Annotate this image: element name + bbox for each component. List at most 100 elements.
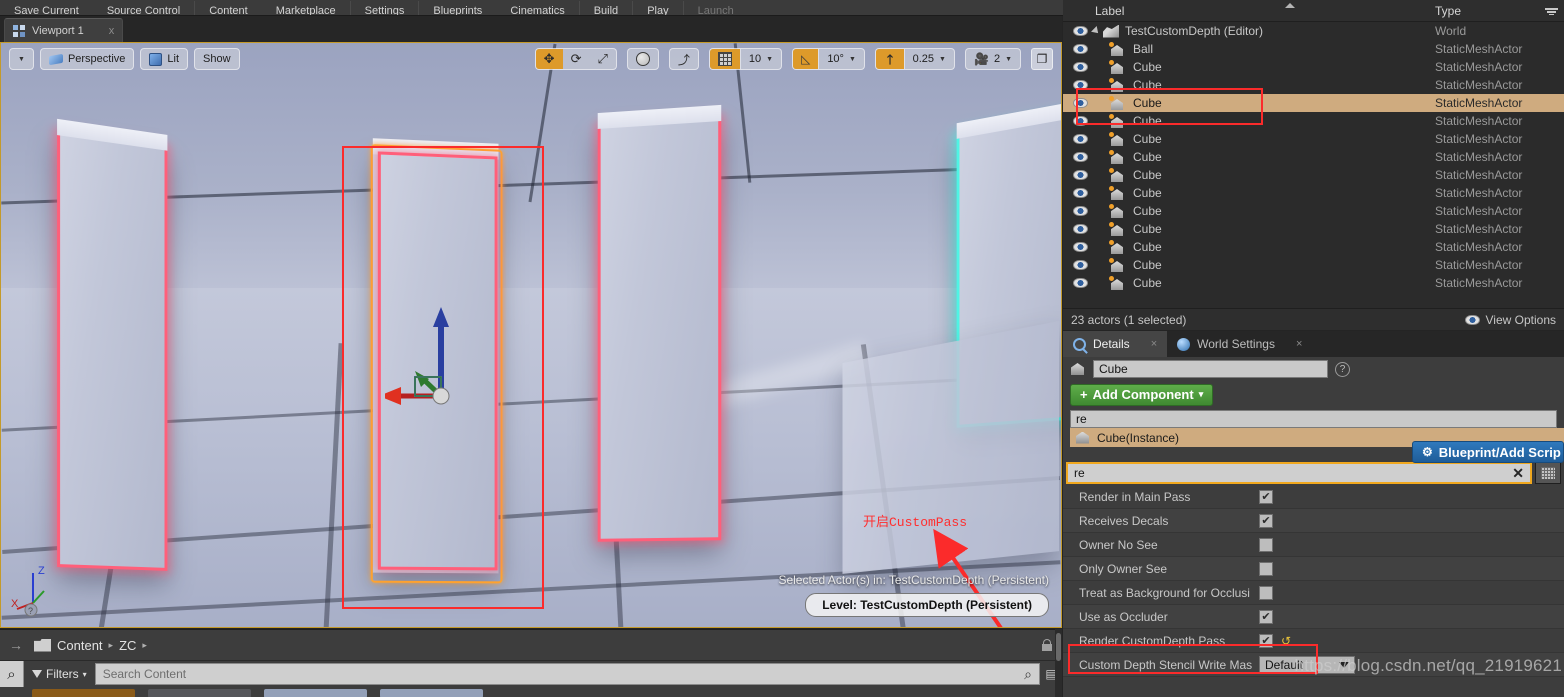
viewport-menu-group[interactable]: ▼ [9,48,34,70]
rotation-snap-toggle[interactable]: ◺ [793,49,819,69]
breadcrumb-content[interactable]: Content [57,638,103,653]
camera-speed-group[interactable]: 🎥 2 ▼ [964,48,1021,70]
rotation-snap-group[interactable]: ◺ 10° ▼ [792,48,865,70]
tab-world-settings[interactable]: World Settings × [1167,331,1312,357]
level-viewport[interactable]: 开启CustomPass Selected Actor(s) in: TestC… [0,42,1062,628]
column-header-label[interactable]: Label [1095,4,1124,18]
search-icon[interactable]: ⌕ [0,661,24,687]
blueprint-add-script-button[interactable]: ⚙ Blueprint/Add Scrip [1412,441,1564,463]
asset-thumbnail[interactable] [380,689,483,697]
clear-icon[interactable]: ✕ [1512,465,1524,482]
filters-button[interactable]: Filters ▾ [24,663,95,685]
asset-thumbnail-row[interactable] [0,687,1062,697]
surface-snap-button[interactable]: ⤴ [670,49,698,69]
outliner-row[interactable]: Cube StaticMeshActor [1063,184,1564,202]
property-row[interactable]: Render in Main Pass ✔ [1063,485,1564,509]
outliner-row[interactable]: Cube StaticMeshActor [1063,130,1564,148]
content-search-input[interactable]: Search Content ⌕ [94,663,1040,685]
show-menu-group[interactable]: Show [194,48,240,70]
lighting-mode-group[interactable]: Lit [140,48,189,70]
viewport-options-button[interactable]: ▼ [10,49,33,69]
toolbar-item-play[interactable]: Play [633,6,682,16]
asset-thumbnail[interactable] [264,689,367,697]
toolbar-item-settings[interactable]: Settings [351,6,419,16]
coordinate-system-group[interactable] [626,48,659,70]
visibility-eye-icon[interactable] [1073,260,1088,270]
visibility-eye-icon[interactable] [1073,134,1088,144]
property-row[interactable]: Use as Occluder ✔ [1063,605,1564,629]
help-icon[interactable]: ? [1335,361,1350,377]
forward-arrow-icon[interactable]: → [4,637,28,653]
visibility-eye-icon[interactable] [1073,62,1088,72]
outliner-row[interactable]: Cube StaticMeshActor [1063,220,1564,238]
outliner-row[interactable]: Cube StaticMeshActor [1063,148,1564,166]
expander-triangle-icon[interactable] [1091,26,1101,36]
toolbar-item-marketplace[interactable]: Marketplace [262,6,350,16]
close-icon[interactable]: x [109,25,115,37]
add-component-button[interactable]: + Add Component ▾ [1070,383,1214,406]
property-row[interactable]: Receives Decals ✔ [1063,509,1564,533]
close-icon[interactable]: × [1151,338,1157,350]
scale-mode-button[interactable]: ⤢ [589,49,615,69]
tab-viewport-1[interactable]: Viewport 1 x [4,18,124,42]
toolbar-item-content[interactable]: Content [195,6,262,16]
column-header-type[interactable]: Type [1435,4,1461,18]
tab-details[interactable]: Details × [1063,331,1168,357]
scene-pillar-right[interactable] [597,104,722,542]
surface-snap-group[interactable]: ⤴ [668,48,699,70]
outliner-row-list[interactable]: TestCustomDepth (Editor) World Ball StaticM… [1063,22,1564,308]
camera-speed-button[interactable]: 🎥 2 ▼ [966,49,1020,69]
visibility-eye-icon[interactable] [1073,26,1088,36]
grid-snap-toggle[interactable] [709,49,740,69]
visibility-eye-icon[interactable] [1073,278,1088,288]
lock-icon[interactable] [1042,639,1052,651]
scale-snap-group[interactable]: ↗ 0.25 ▼ [874,48,955,70]
outliner-row[interactable]: Cube StaticMeshActor [1063,256,1564,274]
level-indicator[interactable]: Level: TestCustomDepth (Persistent) [805,593,1049,617]
show-button[interactable]: Show [195,49,239,69]
property-row[interactable]: Only Owner See ✔ [1063,557,1564,581]
visibility-eye-icon[interactable] [1073,206,1088,216]
viewport-3d-scene[interactable]: 开启CustomPass Selected Actor(s) in: TestC… [1,43,1061,627]
perspective-button[interactable]: Perspective [41,49,133,69]
display-options-button[interactable] [1535,462,1561,484]
scale-snap-value[interactable]: 0.25 ▼ [903,49,954,69]
lit-button[interactable]: Lit [141,49,187,69]
scene-pillar-left[interactable] [57,118,168,571]
checkbox[interactable]: ✔ [1259,561,1273,576]
actor-name-input[interactable]: Cube [1093,360,1328,378]
visibility-eye-icon[interactable] [1073,188,1088,198]
translate-mode-button[interactable]: ✥ [535,49,563,69]
rotate-mode-button[interactable]: ⟳ [563,49,590,69]
view-options-button[interactable]: View Options [1464,313,1556,327]
visibility-eye-icon[interactable] [1073,170,1088,180]
rotation-snap-value[interactable]: 10° ▼ [818,49,864,69]
component-search-input[interactable]: re [1070,410,1557,428]
toolbar-item-cinematics[interactable]: Cinematics [496,6,578,16]
property-row[interactable]: Owner No See ✔ [1063,533,1564,557]
checkbox[interactable]: ✔ [1259,513,1273,528]
outliner-row[interactable]: Cube StaticMeshActor [1063,238,1564,256]
property-row[interactable]: Treat as Background for Occlusi ✔ [1063,581,1564,605]
grid-snap-value[interactable]: 10 ▼ [739,49,781,69]
checkbox[interactable]: ✔ [1259,585,1273,600]
close-icon[interactable]: × [1296,338,1302,350]
outliner-row[interactable]: Cube StaticMeshActor [1063,58,1564,76]
content-browser-scrollbar[interactable] [1055,629,1062,697]
asset-thumbnail[interactable] [148,689,251,697]
asset-thumbnail[interactable] [32,689,135,697]
checkbox[interactable]: ✔ [1259,609,1273,624]
transform-mode-group[interactable]: ✥ ⟳ ⤢ [534,48,617,70]
world-space-button[interactable] [628,49,658,69]
outliner-row[interactable]: TestCustomDepth (Editor) World [1063,22,1564,40]
view-mode-group[interactable]: Perspective [39,48,135,70]
outliner-row[interactable]: Cube StaticMeshActor [1063,166,1564,184]
toolbar-item-source-control[interactable]: Source Control [93,6,194,16]
visibility-eye-icon[interactable] [1073,152,1088,162]
scale-snap-toggle[interactable]: ↗ [875,49,904,69]
toolbar-item-build[interactable]: Build [580,6,632,16]
filter-icon[interactable] [1545,8,1558,15]
checkbox[interactable]: ✔ [1259,489,1273,504]
visibility-eye-icon[interactable] [1073,242,1088,252]
visibility-eye-icon[interactable] [1073,44,1088,54]
